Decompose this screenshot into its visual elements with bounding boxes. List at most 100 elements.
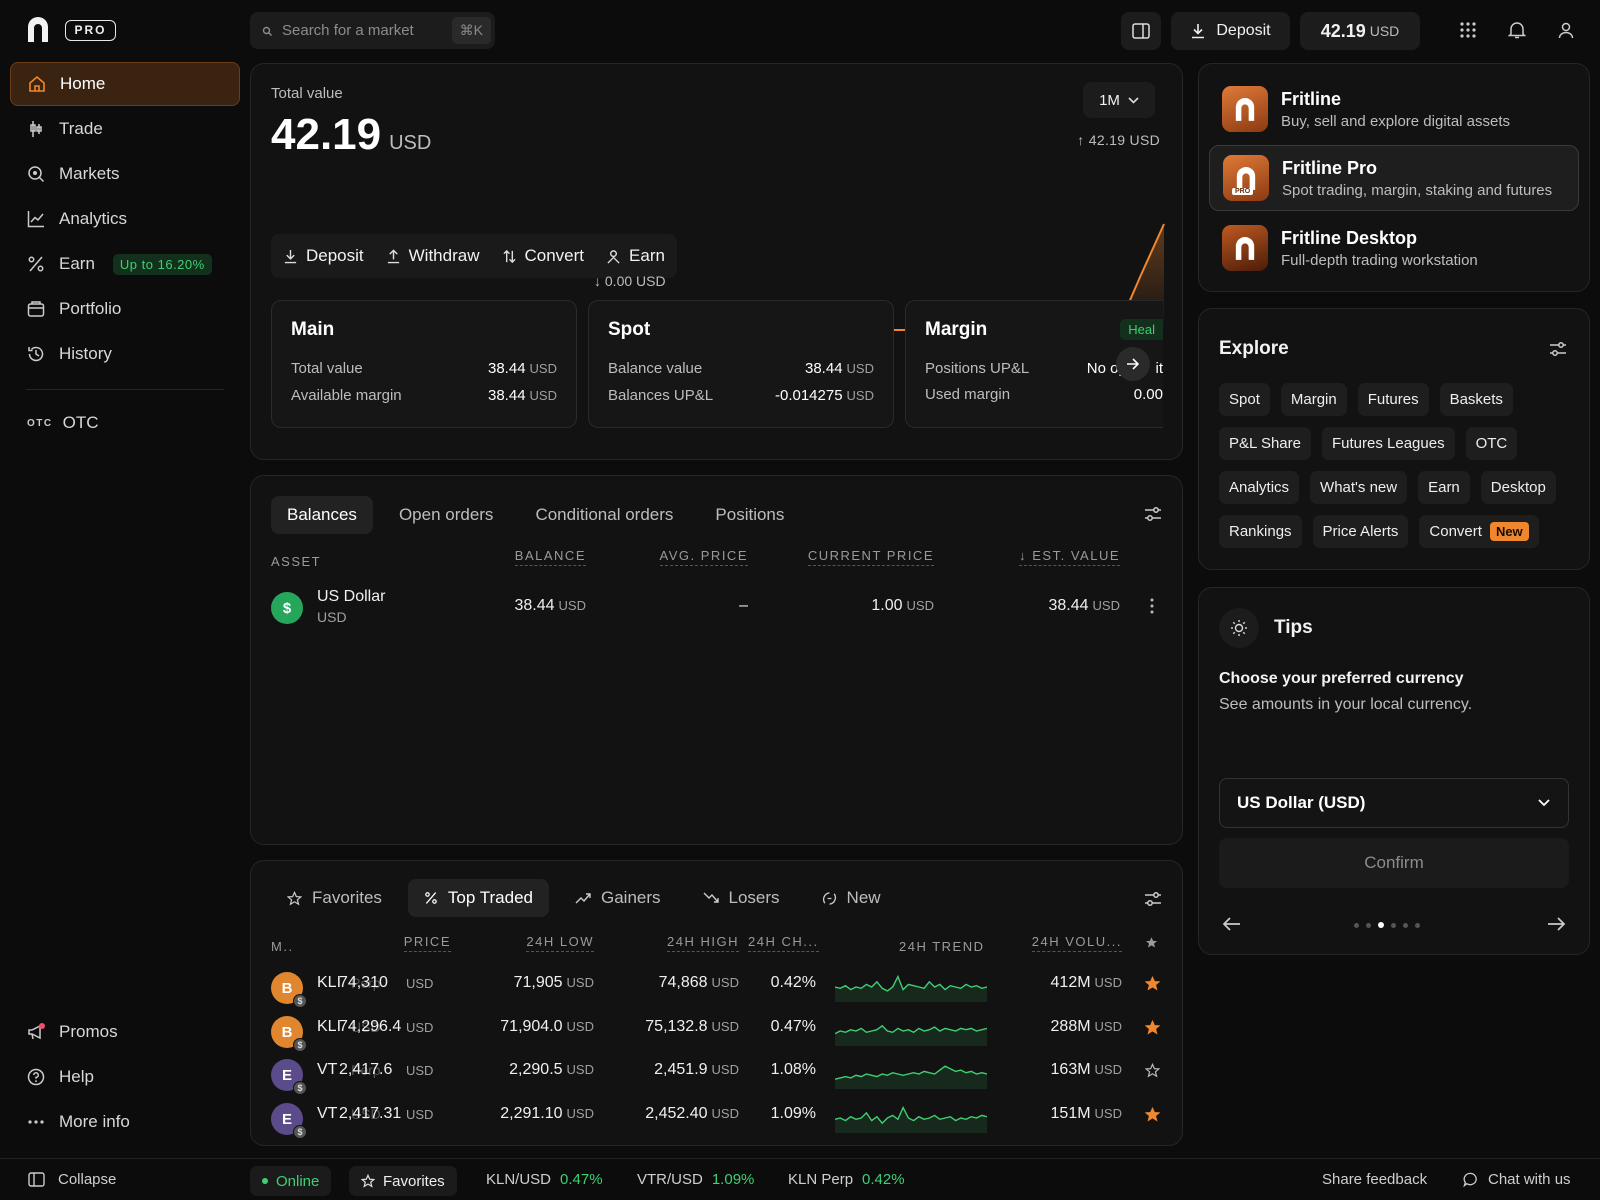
app-fritline[interactable]: Fritline Buy, sell and explore digital as…: [1209, 76, 1579, 142]
col-current-price[interactable]: CURRENT PRICE: [807, 548, 934, 566]
balance-button[interactable]: 42.19 USD: [1300, 12, 1420, 50]
chip-pl-share[interactable]: P&L Share: [1219, 427, 1311, 460]
withdraw-action-button[interactable]: Withdraw: [386, 246, 480, 266]
sidebar-item-earn[interactable]: Earn Up to 16.20%: [10, 242, 240, 286]
sidebar-item-help[interactable]: Help: [10, 1055, 240, 1099]
col-market[interactable]: M..: [271, 939, 294, 954]
chip-rankings[interactable]: Rankings: [1219, 515, 1302, 548]
volume-unit: USD: [1094, 1062, 1122, 1077]
period-select[interactable]: 1M: [1083, 82, 1155, 118]
deposit-action-button[interactable]: Deposit: [283, 246, 364, 266]
filter-settings-icon[interactable]: [1144, 506, 1162, 522]
deposit-button[interactable]: Deposit: [1171, 12, 1290, 50]
main-account-card[interactable]: Main Total value 38.44 USD Available margi…: [271, 300, 577, 428]
col-avg-price[interactable]: AVG. PRICE: [659, 548, 748, 566]
chip-desktop[interactable]: Desktop: [1480, 471, 1556, 504]
tab-gainers[interactable]: Gainers: [559, 879, 677, 917]
tab-top-traded[interactable]: Top Traded: [407, 879, 549, 917]
sidebar-item-markets[interactable]: Markets: [10, 152, 240, 196]
spot-account-card[interactable]: Spot Balance value 38.44 USD Balances UP&L…: [588, 300, 894, 428]
col-asset[interactable]: ASSET: [271, 554, 321, 569]
search-input[interactable]: Search for a market ⌘K: [250, 12, 495, 49]
chip-margin[interactable]: Margin: [1280, 383, 1347, 416]
home-icon: [28, 75, 46, 93]
tab-balances[interactable]: Balances: [271, 496, 373, 534]
chip-futures-leagues[interactable]: Futures Leagues: [1322, 427, 1455, 460]
row-unit: USD: [529, 388, 557, 403]
confirm-button[interactable]: Confirm: [1219, 838, 1569, 888]
bell-icon[interactable]: [1507, 20, 1529, 42]
favorite-star-filled-icon[interactable]: [1145, 1020, 1160, 1035]
sidebar-item-more-info[interactable]: More info: [10, 1100, 240, 1144]
tab-new[interactable]: New: [806, 879, 897, 917]
ticker-pair: KLN/USD: [486, 1171, 552, 1188]
footer-favorites-button[interactable]: Favorites: [349, 1166, 457, 1196]
sidebar-item-analytics[interactable]: Analytics: [10, 197, 240, 241]
pagination-dot[interactable]: [1415, 922, 1420, 928]
panel-toggle-button[interactable]: [1121, 12, 1161, 50]
earn-action-button[interactable]: Earn: [606, 246, 665, 266]
tab-conditional-orders[interactable]: Conditional orders: [519, 496, 689, 534]
chip-earn[interactable]: Earn: [1418, 471, 1470, 504]
col-price[interactable]: PRICE: [403, 934, 451, 952]
app-fritline-pro[interactable]: PRO Fritline Pro Spot trading, margin, st…: [1209, 145, 1579, 211]
favorite-star-filled-icon[interactable]: [1145, 1107, 1160, 1122]
tip-pagination: [1354, 922, 1420, 928]
sidebar-item-otc[interactable]: OTC OTC: [10, 401, 240, 445]
chip-baskets[interactable]: Baskets: [1439, 383, 1513, 416]
explore-settings-icon[interactable]: [1549, 341, 1567, 357]
col-est-value[interactable]: ↓ EST. VALUE: [1019, 548, 1120, 566]
col-24h-volume[interactable]: 24H VOLU...: [1031, 934, 1122, 952]
favorite-star-filled-icon[interactable]: [1145, 976, 1160, 991]
convert-action-button[interactable]: Convert: [502, 246, 584, 266]
sidebar-item-history[interactable]: History: [10, 332, 240, 376]
sidebar-item-trade[interactable]: Trade: [10, 107, 240, 151]
ticker-change: 0.42%: [862, 1171, 905, 1188]
prev-tip-button[interactable]: [1223, 917, 1241, 931]
chip-spot[interactable]: Spot: [1219, 383, 1270, 416]
chip-convert[interactable]: Convert New: [1419, 515, 1539, 548]
pagination-dot[interactable]: [1391, 922, 1396, 928]
pagination-dot[interactable]: [1354, 922, 1359, 928]
margin-account-card[interactable]: Margin Heal Positions UP&L No open it Used…: [905, 300, 1163, 428]
pagination-dot[interactable]: [1403, 922, 1408, 928]
chip-price-alerts[interactable]: Price Alerts: [1312, 515, 1409, 548]
quote-usd-icon: $: [293, 1038, 307, 1052]
pagination-dot[interactable]: [1378, 922, 1384, 928]
sidebar-item-home[interactable]: Home: [10, 62, 240, 106]
ticker-vtr-usd[interactable]: VTR/USD 1.09%: [637, 1171, 754, 1188]
app-fritline-desktop[interactable]: Fritline Desktop Full-depth trading works…: [1209, 215, 1579, 281]
ticker-kln-perp[interactable]: KLN Perp 0.42%: [788, 1171, 905, 1188]
fritline-logo-icon[interactable]: [26, 16, 50, 42]
row-menu-icon[interactable]: [1150, 598, 1154, 614]
chip-whats-new[interactable]: What's new: [1310, 471, 1408, 504]
col-24h-change[interactable]: 24H CH...: [748, 934, 819, 952]
share-feedback-link[interactable]: Share feedback: [1322, 1171, 1427, 1188]
tab-favorites[interactable]: Favorites: [271, 879, 398, 917]
col-24h-low[interactable]: 24H LOW: [526, 934, 594, 952]
collapse-button[interactable]: Collapse: [28, 1171, 116, 1188]
user-icon[interactable]: [1556, 20, 1578, 42]
sidebar-item-portfolio[interactable]: Portfolio: [10, 287, 240, 331]
chip-analytics[interactable]: Analytics: [1219, 471, 1300, 504]
sidebar-item-promos[interactable]: Promos: [10, 1010, 240, 1054]
next-tip-button[interactable]: [1547, 917, 1565, 931]
row-unit: USD: [529, 361, 557, 376]
apps-grid-icon[interactable]: [1458, 20, 1480, 42]
chat-button[interactable]: Chat with us: [1463, 1171, 1571, 1188]
price-unit: USD: [406, 1063, 434, 1078]
markets-settings-icon[interactable]: [1144, 891, 1162, 907]
pagination-dot[interactable]: [1366, 922, 1371, 928]
favorite-star-outline-icon[interactable]: [1145, 1063, 1160, 1078]
sidebar-item-label: OTC: [62, 413, 99, 432]
tab-positions[interactable]: Positions: [699, 496, 800, 534]
tab-losers[interactable]: Losers: [687, 879, 796, 917]
scroll-right-button[interactable]: [1116, 347, 1150, 381]
col-balance[interactable]: BALANCE: [514, 548, 586, 566]
tab-open-orders[interactable]: Open orders: [383, 496, 510, 534]
col-24h-high[interactable]: 24H HIGH: [667, 934, 739, 952]
currency-select[interactable]: US Dollar (USD): [1219, 778, 1569, 828]
ticker-kln-usd[interactable]: KLN/USD 0.47%: [486, 1171, 603, 1188]
chip-futures[interactable]: Futures: [1357, 383, 1429, 416]
chip-otc[interactable]: OTC: [1465, 427, 1518, 460]
